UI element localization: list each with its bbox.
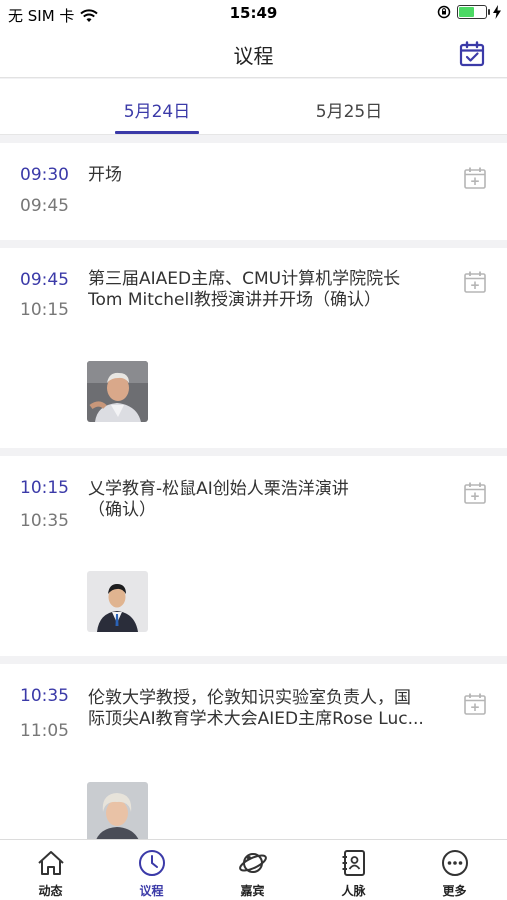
bottom-tab-label: 动态	[38, 884, 63, 898]
rotation-lock-icon	[437, 5, 451, 19]
session-title-line: （确认）	[88, 500, 156, 520]
session-start-time: 09:30	[20, 165, 69, 185]
clock-icon	[139, 850, 165, 876]
session-title: 伦敦大学教授，伦敦知识实验室负责人，国 际顶尖AI教育学术大会AIED主席Ros…	[88, 688, 447, 730]
tab-may-24[interactable]: 5月24日	[107, 97, 207, 122]
session-title-line: Tom Mitchell教授演讲并开场（确认）	[88, 290, 381, 310]
session-title-line: 乂学教育-松鼠AI创始人栗浩洋演讲	[88, 479, 349, 499]
page-title: 议程	[233, 44, 274, 68]
bottom-tab-label: 议程	[139, 884, 164, 898]
speaker-photo[interactable]	[87, 571, 148, 632]
bottom-tab-more[interactable]: 更多	[404, 840, 505, 900]
home-icon	[38, 851, 64, 875]
add-to-calendar-icon[interactable]	[463, 166, 487, 190]
battery-icon	[457, 5, 490, 19]
navigation-bar: 议程	[0, 28, 507, 78]
bottom-tab-guests[interactable]: 嘉宾	[202, 840, 303, 900]
planet-icon	[239, 853, 267, 873]
charging-bolt-icon	[493, 5, 501, 19]
session-title-line: 际顶尖AI教育学术大会AIED主席Rose Luc...	[88, 709, 424, 729]
bottom-tab-dynamics[interactable]: 动态	[0, 840, 101, 900]
bottom-tab-label: 人脉	[341, 884, 366, 898]
session-card[interactable]: 09:30 09:45 开场	[0, 143, 507, 240]
session-end-time: 10:15	[20, 300, 69, 320]
session-card[interactable]: 09:45 10:15 第三届AIAED主席、CMU计算机学院院长 Tom Mi…	[0, 248, 507, 448]
session-start-time: 10:15	[20, 478, 69, 498]
add-to-calendar-icon[interactable]	[463, 270, 487, 294]
add-to-calendar-icon[interactable]	[463, 481, 487, 505]
bottom-tab-contacts[interactable]: 人脉	[303, 840, 404, 900]
session-end-time: 11:05	[20, 721, 69, 741]
speaker-photo[interactable]	[87, 782, 148, 843]
battery-level	[459, 7, 475, 17]
session-title: 乂学教育-松鼠AI创始人栗浩洋演讲 （确认）	[88, 479, 447, 521]
session-start-time: 09:45	[20, 270, 69, 290]
bottom-tab-bar: 动态 议程 嘉宾 人脉 更多	[0, 839, 507, 900]
status-time: 15:49	[229, 4, 278, 22]
status-right	[437, 5, 501, 19]
session-end-time: 10:35	[20, 511, 69, 531]
more-icon	[442, 850, 468, 876]
session-end-time: 09:45	[20, 196, 69, 216]
session-start-time: 10:35	[20, 686, 69, 706]
tab-may-25[interactable]: 5月25日	[299, 97, 399, 122]
bottom-tab-label: 嘉宾	[240, 884, 265, 898]
active-tab-indicator	[115, 131, 199, 134]
session-card[interactable]: 10:35 11:05 伦敦大学教授，伦敦知识实验室负责人，国 际顶尖AI教育学…	[0, 664, 507, 843]
session-title: 开场	[88, 165, 447, 186]
status-bar: 无 SIM 卡 15:49	[0, 0, 507, 28]
session-title-line: 伦敦大学教授，伦敦知识实验室负责人，国	[88, 688, 411, 708]
session-title-line: 开场	[88, 165, 122, 185]
speaker-photo[interactable]	[87, 361, 148, 422]
date-tabs: 5月24日 5月25日	[0, 79, 507, 135]
calendar-check-icon[interactable]	[459, 41, 485, 67]
bottom-tab-label: 更多	[442, 884, 467, 898]
bottom-tab-agenda[interactable]: 议程	[101, 840, 202, 900]
session-title-line: 第三届AIAED主席、CMU计算机学院院长	[88, 269, 401, 289]
add-to-calendar-icon[interactable]	[463, 692, 487, 716]
session-title: 第三届AIAED主席、CMU计算机学院院长 Tom Mitchell教授演讲并开…	[88, 269, 447, 311]
session-card[interactable]: 10:15 10:35 乂学教育-松鼠AI创始人栗浩洋演讲 （确认）	[0, 456, 507, 656]
contacts-book-icon	[342, 850, 365, 876]
